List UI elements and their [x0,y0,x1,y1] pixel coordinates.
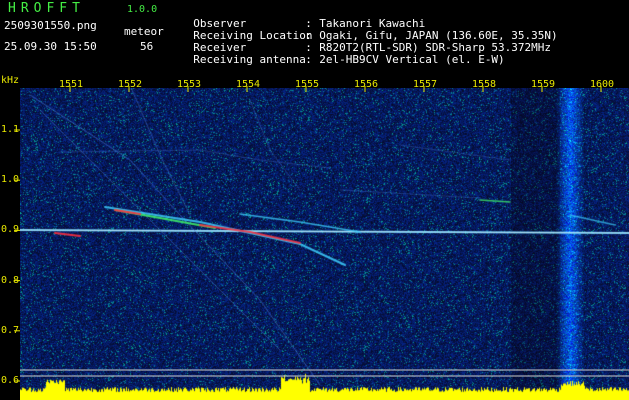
time-tick-label: 1552 [118,79,143,90]
info-value: 2el-HB9CV Vertical (el. E-W) [319,53,505,66]
time-tick-label: 1559 [531,79,556,90]
time-tick-label: 1600 [590,79,615,90]
meteor-count: 56 [140,40,154,53]
y-unit-label: kHz [1,75,20,86]
spectrogram[interactable] [20,88,629,400]
time-tick-label: 1553 [177,79,202,90]
time-tick-label: 1556 [354,79,379,90]
time-tick-label: 1551 [59,79,84,90]
freq-tick-label: 1.1 [1,124,20,135]
time-tick-label: 1558 [472,79,497,90]
app-version: 1.0.0 [127,4,158,15]
time-tick-label: 1555 [295,79,320,90]
file-name: 2509301550.png [4,19,97,32]
info-sep: : [305,53,312,66]
time-tick-label: 1557 [413,79,438,90]
info-key: Receiving antenna [193,53,306,66]
app-name: HROFFT [8,1,85,16]
freq-tick-label: 1.0 [1,174,20,186]
time-tick-label: 1554 [236,79,261,90]
freq-tick-label: 0.8 [1,274,20,286]
meteor-label: meteor [124,25,164,38]
freq-tick-label: 0.6 [1,375,20,386]
info-row-antenna: Receiving antenna: 2el-HB9CV Vertical (el… [180,42,505,66]
freq-tick-label: 0.7 [1,324,20,336]
timestamp: 25.09.30 15:50 [4,40,97,53]
freq-tick-label: 0.9 [1,224,20,236]
